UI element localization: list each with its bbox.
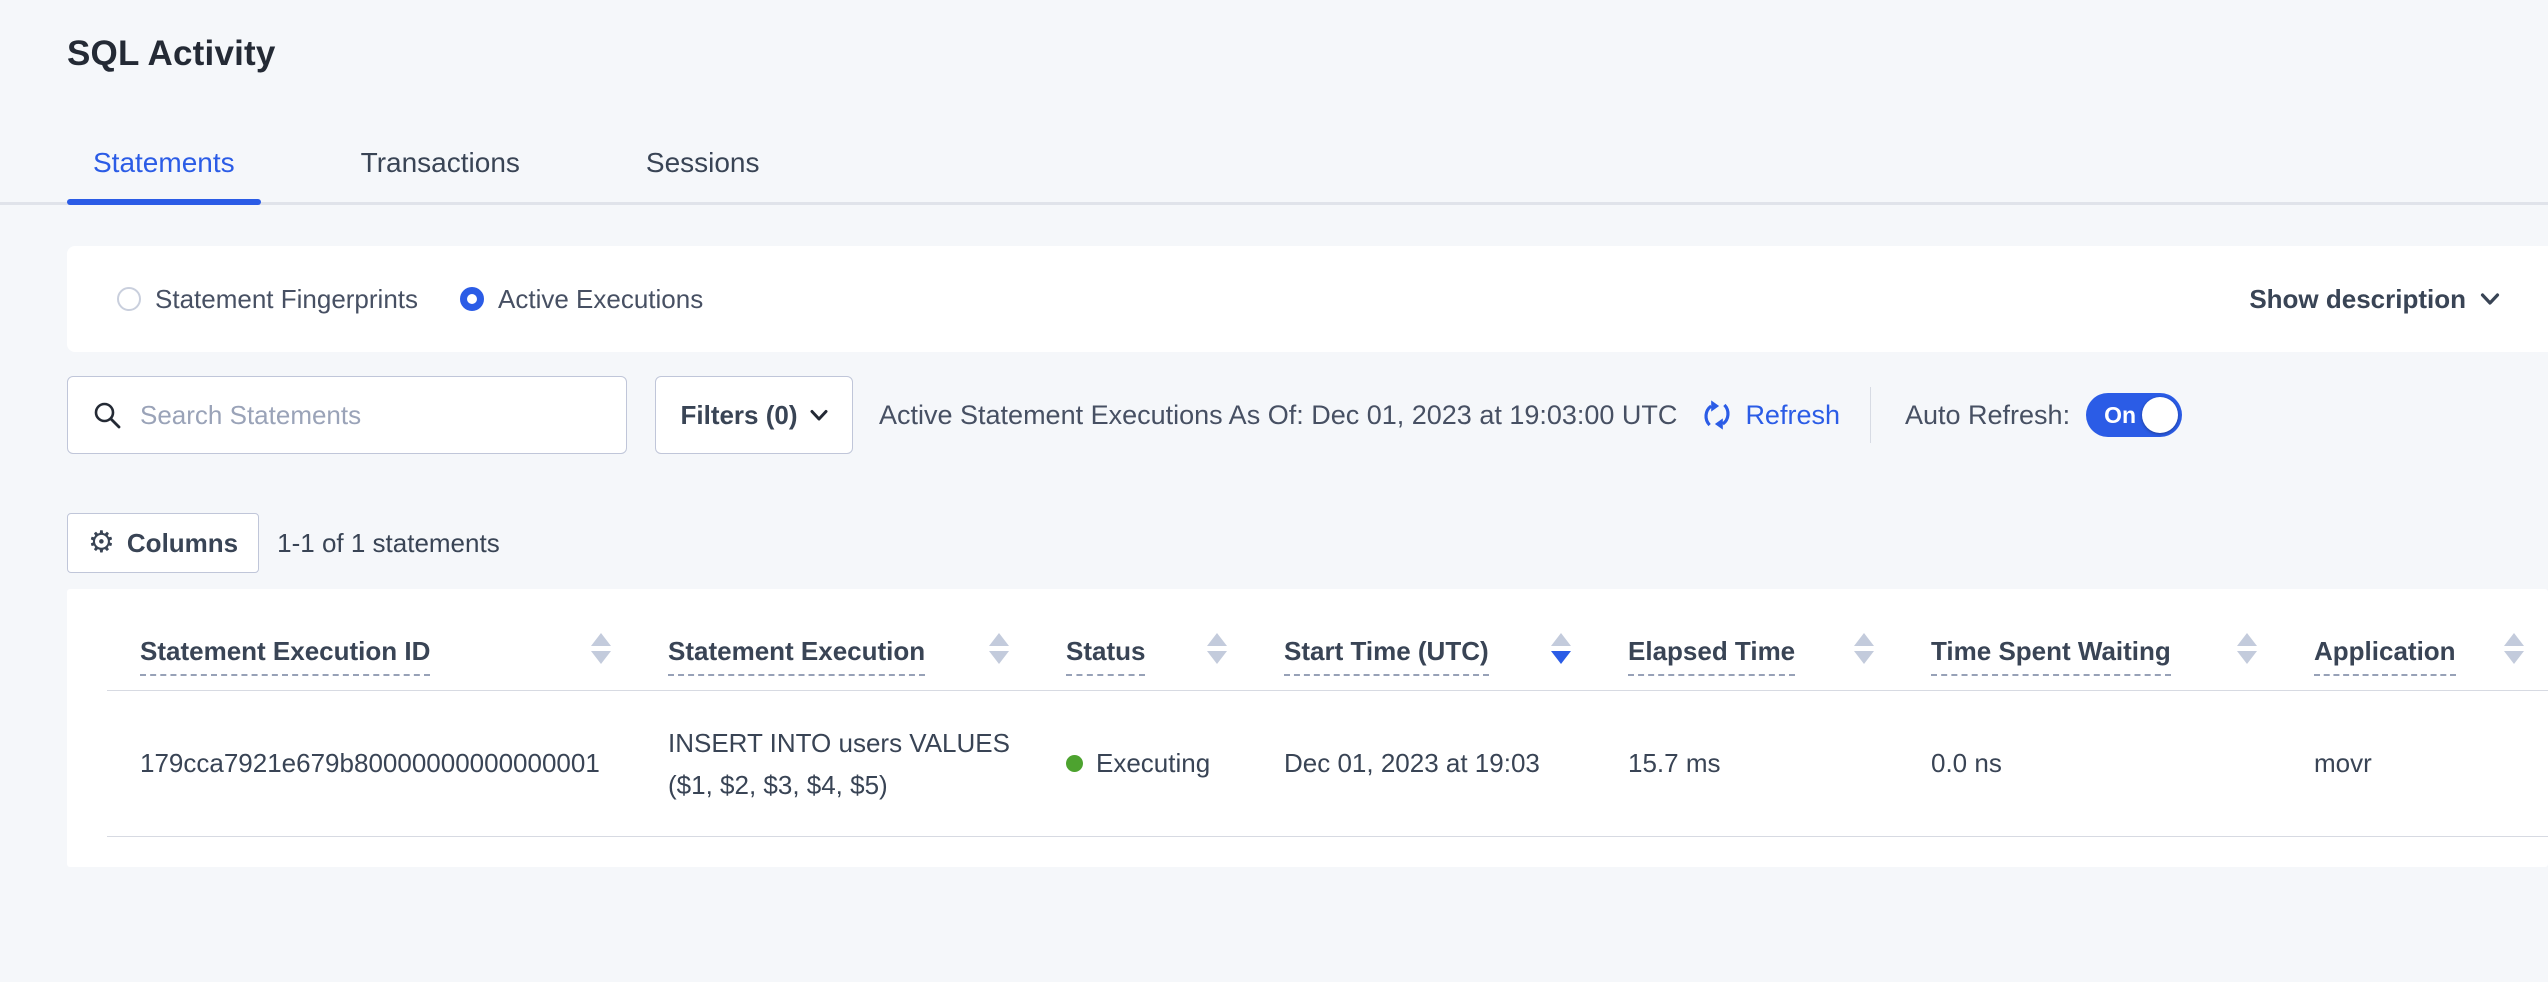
refresh-icon bbox=[1699, 397, 1735, 433]
refresh-label: Refresh bbox=[1745, 400, 1840, 431]
search-box bbox=[67, 376, 627, 454]
search-icon bbox=[92, 400, 122, 430]
as-of-caption: Active Statement Executions As Of: Dec 0… bbox=[879, 400, 1677, 431]
status-dot-icon bbox=[1066, 755, 1083, 772]
view-mode-card: Statement FingerprintsActive Executions … bbox=[67, 246, 2548, 352]
column-header-status[interactable]: Status bbox=[1033, 589, 1251, 690]
column-header-label: Start Time (UTC) bbox=[1284, 636, 1489, 676]
radio-label: Active Executions bbox=[498, 284, 703, 315]
radio-icon bbox=[460, 287, 484, 311]
filters-label: Filters (0) bbox=[680, 400, 797, 431]
column-header-label: Elapsed Time bbox=[1628, 636, 1795, 676]
page-title: SQL Activity bbox=[67, 34, 2548, 74]
column-header-statement-execution[interactable]: Statement Execution bbox=[635, 589, 1033, 690]
tab-list: Statements Transactions Sessions bbox=[67, 124, 860, 202]
cell-status: Executing bbox=[1033, 691, 1251, 836]
search-input[interactable] bbox=[138, 399, 626, 432]
column-header-time-spent-waiting[interactable]: Time Spent Waiting bbox=[1898, 589, 2281, 690]
table-controls-row: ⚙ Columns 1-1 of 1 statements bbox=[67, 513, 2548, 573]
tab-statements[interactable]: Statements bbox=[67, 124, 261, 202]
radio-statement-fingerprints[interactable]: Statement Fingerprints bbox=[117, 284, 418, 315]
column-header-label: Application bbox=[2314, 636, 2456, 676]
sort-icon bbox=[591, 633, 611, 664]
columns-label: Columns bbox=[127, 528, 238, 559]
column-header-start-time-utc[interactable]: Start Time (UTC) bbox=[1251, 589, 1595, 690]
tab-label: Statements bbox=[93, 147, 235, 179]
refresh-button[interactable]: Refresh bbox=[1699, 397, 1840, 433]
sort-icon bbox=[1207, 633, 1227, 664]
columns-button[interactable]: ⚙ Columns bbox=[67, 513, 259, 573]
toggle-state-label: On bbox=[2104, 402, 2136, 429]
show-description-button[interactable]: Show description bbox=[2249, 284, 2500, 315]
gear-icon: ⚙ bbox=[88, 528, 115, 558]
sort-icon bbox=[2237, 633, 2257, 664]
column-header-statement-execution-id[interactable]: Statement Execution ID bbox=[107, 589, 635, 690]
tab-label: Transactions bbox=[361, 147, 520, 179]
sort-icon bbox=[2504, 633, 2524, 664]
toggle-knob bbox=[2142, 397, 2178, 433]
radio-active-executions[interactable]: Active Executions bbox=[460, 284, 703, 315]
cell-statement: INSERT INTO users VALUES ($1, $2, $3, $4… bbox=[635, 691, 1033, 836]
cell-execution-id: 179cca7921e679b80000000000000001 bbox=[107, 691, 635, 836]
sort-icon bbox=[1551, 633, 1571, 664]
tabs-bar: Statements Transactions Sessions bbox=[0, 124, 2548, 205]
chevron-down-icon bbox=[2480, 292, 2500, 306]
cell-elapsed-time: 15.7 ms bbox=[1595, 691, 1898, 836]
column-header-label: Time Spent Waiting bbox=[1931, 636, 2171, 676]
filters-button[interactable]: Filters (0) bbox=[655, 376, 853, 454]
sort-icon bbox=[1854, 633, 1874, 664]
divider bbox=[1870, 387, 1871, 443]
chevron-down-icon bbox=[810, 409, 828, 422]
cell-start-time: Dec 01, 2023 at 19:03 bbox=[1251, 691, 1595, 836]
tab-sessions[interactable]: Sessions bbox=[620, 124, 786, 202]
tab-label: Sessions bbox=[646, 147, 760, 179]
table-header-row: Statement Execution ID Statement Executio… bbox=[107, 589, 2548, 691]
results-count: 1-1 of 1 statements bbox=[277, 528, 500, 559]
radio-label: Statement Fingerprints bbox=[155, 284, 418, 315]
table-row: 179cca7921e679b80000000000000001INSERT I… bbox=[107, 691, 2548, 837]
auto-refresh-toggle[interactable]: On bbox=[2086, 393, 2182, 437]
sort-icon bbox=[989, 633, 1009, 664]
show-description-label: Show description bbox=[2249, 284, 2466, 315]
controls-row: Filters (0) Active Statement Executions … bbox=[67, 376, 2548, 454]
cell-application: movr bbox=[2281, 691, 2548, 836]
column-header-label: Statement Execution bbox=[668, 636, 925, 676]
sql-activity-page: SQL Activity Statements Transactions Sessi… bbox=[0, 0, 2548, 867]
tab-transactions[interactable]: Transactions bbox=[335, 124, 546, 202]
column-header-elapsed-time[interactable]: Elapsed Time bbox=[1595, 589, 1898, 690]
cell-time-spent-waiting: 0.0 ns bbox=[1898, 691, 2281, 836]
table-body: 179cca7921e679b80000000000000001INSERT I… bbox=[67, 691, 2548, 837]
column-header-label: Statement Execution ID bbox=[140, 636, 430, 676]
view-mode-radio-group: Statement Fingerprints Active Executions bbox=[117, 284, 703, 315]
statements-table-card: Statement Execution ID Statement Executio… bbox=[67, 589, 2548, 867]
column-header-application[interactable]: Application bbox=[2281, 589, 2548, 690]
auto-refresh-label: Auto Refresh: bbox=[1905, 400, 2070, 431]
radio-icon bbox=[117, 287, 141, 311]
column-header-label: Status bbox=[1066, 636, 1145, 676]
